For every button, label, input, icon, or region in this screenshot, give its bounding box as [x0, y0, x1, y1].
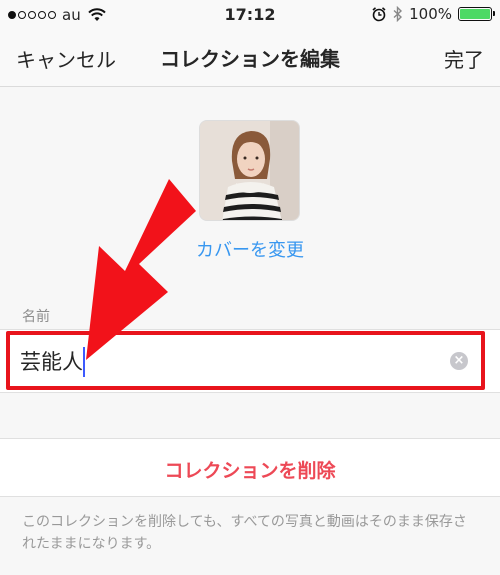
bluetooth-icon — [393, 6, 403, 22]
delete-info-text: このコレクションを削除しても、すべての写真と動画はそのまま保存されたままになりま… — [22, 514, 467, 552]
cancel-button[interactable]: キャンセル — [16, 44, 116, 73]
nav-bar: キャンセル コレクションを編集 完了 — [0, 30, 500, 87]
battery-percent: 100% — [409, 5, 452, 23]
cover-photo-illustration — [200, 121, 299, 220]
delete-collection-row[interactable]: コレクションを削除 — [0, 438, 500, 497]
done-button[interactable]: 完了 — [444, 44, 484, 73]
delete-collection-button[interactable]: コレクションを削除 — [0, 456, 500, 483]
name-field-row: × — [0, 329, 500, 393]
change-cover-link[interactable]: カバーを変更 — [0, 236, 500, 262]
battery-tip — [493, 11, 495, 16]
status-bar: au 17:12 100% — [0, 0, 500, 30]
text-caret — [83, 347, 85, 377]
status-right: 100% — [371, 5, 495, 23]
name-field[interactable] — [20, 344, 430, 378]
cover-image[interactable] — [199, 120, 300, 221]
alarm-icon — [372, 7, 386, 22]
battery-fill — [460, 9, 490, 19]
battery-icon — [458, 7, 495, 21]
clear-text-icon[interactable]: × — [450, 352, 468, 370]
name-field-label: 名前 — [22, 309, 50, 325]
